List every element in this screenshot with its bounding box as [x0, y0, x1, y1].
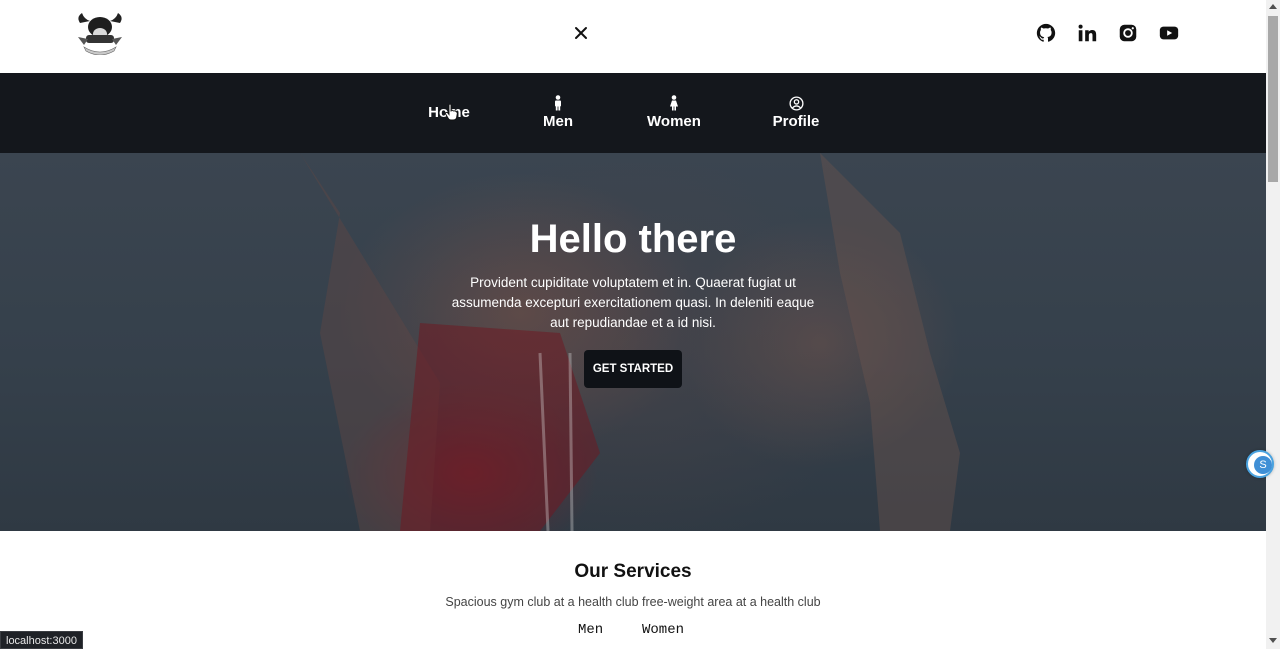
github-icon[interactable] — [1035, 22, 1057, 44]
user-circle-icon — [788, 95, 804, 111]
athlete-background-image — [300, 153, 960, 531]
female-icon — [670, 95, 678, 111]
top-bar — [0, 0, 1266, 73]
nav-item-label: Profile — [772, 112, 820, 130]
hero-section: Hello there Provident cupiditate volupta… — [0, 153, 1266, 531]
close-icon[interactable] — [571, 23, 591, 43]
male-icon — [555, 95, 561, 111]
nav-item-label: Women — [647, 113, 701, 130]
bull-gym-logo[interactable] — [74, 9, 126, 55]
get-started-button[interactable]: GET STARTED — [584, 350, 682, 388]
page-scrollbar[interactable] — [1266, 0, 1280, 649]
main-nav: Home Men Women Profile — [0, 73, 1266, 153]
youtube-icon[interactable] — [1158, 22, 1180, 44]
status-bar-url: localhost:3000 — [0, 631, 83, 649]
hero-title: Hello there — [529, 217, 737, 261]
nav-item-women[interactable]: Women — [640, 73, 708, 153]
scroll-up-arrow-icon[interactable] — [1269, 4, 1277, 9]
services-tab-men[interactable]: Men — [578, 622, 603, 638]
nav-item-label: Men — [543, 113, 573, 130]
linkedin-icon[interactable] — [1076, 22, 1098, 44]
instagram-icon[interactable] — [1117, 22, 1139, 44]
services-title: Our Services — [574, 561, 692, 582]
hero-description: Provident cupiditate voluptatem et in. Q… — [451, 275, 815, 330]
nav-item-profile[interactable]: Profile — [766, 73, 826, 153]
floating-widget-button[interactable]: S — [1246, 450, 1274, 478]
hand-cursor-icon — [444, 103, 458, 121]
scroll-thumb[interactable] — [1268, 16, 1278, 182]
nav-item-men[interactable]: Men — [528, 73, 588, 153]
services-subtitle: Spacious gym club at a health club free-… — [445, 595, 821, 609]
services-tab-women[interactable]: Women — [642, 622, 684, 638]
scroll-down-arrow-icon[interactable] — [1269, 638, 1277, 643]
widget-label: S — [1254, 456, 1272, 474]
